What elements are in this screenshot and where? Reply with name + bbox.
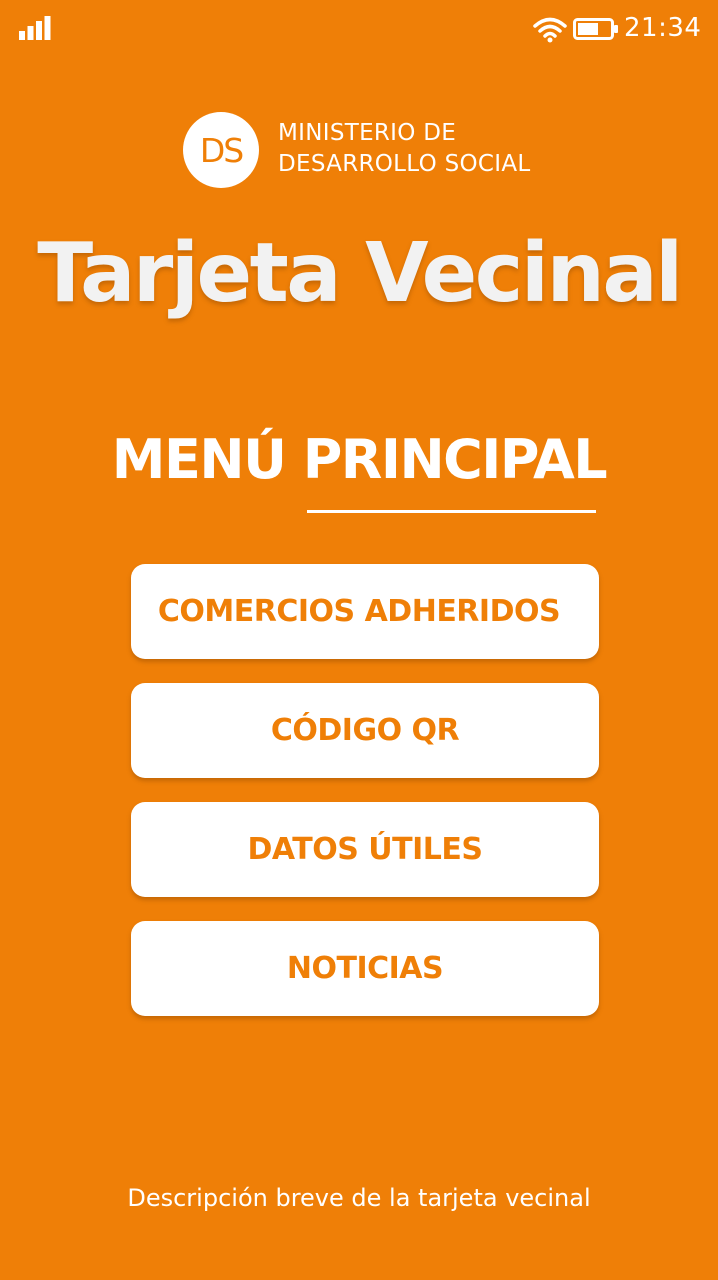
card-description-link[interactable]: Descripción breve de la tarjeta vecinal bbox=[0, 1184, 718, 1212]
button-label: COMERCIOS ADHERIDOS bbox=[157, 594, 561, 629]
battery-icon bbox=[573, 18, 618, 40]
signal-icon bbox=[19, 16, 51, 40]
button-label: DATOS ÚTILES bbox=[247, 832, 483, 867]
comercios-adheridos-button[interactable]: COMERCIOS ADHERIDOS bbox=[131, 564, 599, 659]
noticias-button[interactable]: NOTICIAS bbox=[131, 921, 599, 1016]
ministry-line-1: MINISTERIO DE bbox=[278, 120, 457, 146]
logo-initials: DS bbox=[199, 130, 244, 170]
ministry-name: MINISTERIO DE DESARROLLO SOCIAL bbox=[278, 118, 531, 180]
heading-underline bbox=[307, 510, 596, 513]
menu-heading: MENÚ PRINCIPAL bbox=[111, 428, 608, 491]
ds-logo-icon: DS bbox=[183, 112, 259, 188]
wifi-icon bbox=[533, 17, 567, 43]
ministry-line-2: DESARROLLO SOCIAL bbox=[278, 151, 531, 177]
button-label: CÓDIGO QR bbox=[270, 713, 460, 748]
codigo-qr-button[interactable]: CÓDIGO QR bbox=[131, 683, 599, 778]
status-bar: 21:34 bbox=[0, 0, 718, 58]
status-time: 21:34 bbox=[624, 13, 702, 43]
button-label: NOTICIAS bbox=[286, 951, 444, 986]
app-title: Tarjeta Vecinal bbox=[37, 226, 683, 321]
datos-utiles-button[interactable]: DATOS ÚTILES bbox=[131, 802, 599, 897]
